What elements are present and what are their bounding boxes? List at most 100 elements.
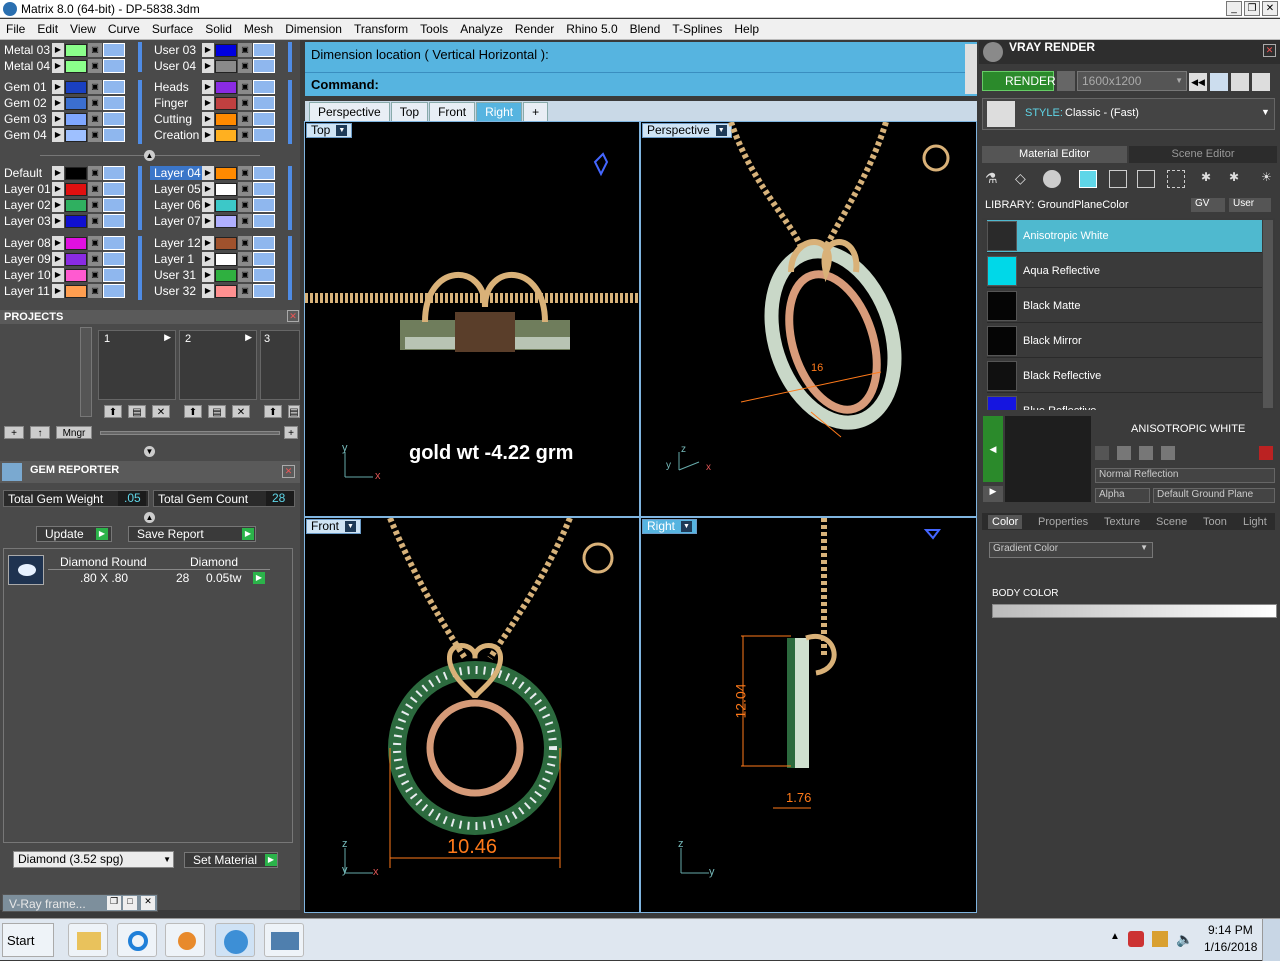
tab-properties[interactable]: Properties [1038, 516, 1088, 528]
vray-frame-window[interactable]: V-Ray frame... ❐ □ ✕ [2, 894, 158, 912]
menu-tsplines[interactable]: T-Splines [666, 22, 728, 36]
layer-expand-icon[interactable]: ▶ [202, 214, 214, 228]
visibility-toggle[interactable] [103, 284, 125, 298]
visibility-toggle[interactable] [103, 112, 125, 126]
menu-blend[interactable]: Blend [624, 22, 667, 36]
menu-tools[interactable]: Tools [414, 22, 454, 36]
lock-icon[interactable]: ▣ [238, 284, 252, 298]
lock-icon[interactable]: ▣ [238, 112, 252, 126]
internet-explorer-icon[interactable] [117, 923, 157, 957]
visibility-toggle[interactable] [103, 96, 125, 110]
project-save-button[interactable]: ▤ [288, 405, 300, 418]
layer-color-swatch[interactable] [65, 59, 87, 73]
file-explorer-icon[interactable] [68, 923, 108, 957]
project-load-button[interactable]: ⬆ [104, 405, 122, 418]
menu-view[interactable]: View [64, 22, 102, 36]
layer-color-swatch[interactable] [65, 198, 87, 212]
layer-expand-icon[interactable]: ▶ [202, 96, 214, 110]
resolution-select[interactable]: 1600x1200 ▼ [1077, 71, 1187, 91]
layer-color-swatch[interactable] [65, 236, 87, 250]
add-project-button[interactable]: + [4, 426, 24, 439]
material-list-item[interactable]: Aqua Reflective [987, 255, 1262, 288]
tab-scene-editor[interactable]: Scene Editor [1129, 146, 1277, 163]
restore-icon[interactable]: ❐ [107, 896, 121, 910]
light-icon[interactable]: ☀ [1261, 170, 1275, 188]
menu-render[interactable]: Render [509, 22, 560, 36]
project-plus-button[interactable]: + [284, 426, 298, 439]
layer-color-swatch[interactable] [215, 236, 237, 250]
visibility-toggle[interactable] [103, 59, 125, 73]
ground-plane-select[interactable]: Default Ground Plane [1153, 488, 1275, 503]
layer-expand-icon[interactable]: ▶ [52, 182, 64, 196]
project-save-button[interactable]: ▤ [208, 405, 226, 418]
set-material-go-icon[interactable]: ▶ [265, 854, 277, 866]
vray-close-icon[interactable]: ✕ [1263, 44, 1276, 57]
layer-expand-icon[interactable]: ▶ [202, 59, 214, 73]
tab-material-editor[interactable]: Material Editor [982, 146, 1127, 163]
layer-color-swatch[interactable] [215, 96, 237, 110]
layer-expand-icon[interactable]: ▶ [52, 43, 64, 57]
layer-row[interactable]: Layer 05 ▶ ▣ [150, 181, 276, 197]
viewport-front[interactable]: Front ▼ 10.46 z y x [304, 517, 640, 913]
layer-row[interactable]: Gem 03 ▶ ▣ [0, 111, 126, 127]
projects-scrollbar[interactable] [80, 327, 92, 417]
layer-color-swatch[interactable] [65, 182, 87, 196]
render-button[interactable]: RENDER [982, 71, 1056, 91]
project-delete-button[interactable]: ✕ [232, 405, 250, 418]
menu-curve[interactable]: Curve [102, 22, 146, 36]
play-icon[interactable]: ▶ [164, 332, 171, 343]
play-icon[interactable]: ▶ [245, 332, 252, 343]
lock-icon[interactable]: ▣ [238, 59, 252, 73]
layer-color-swatch[interactable] [65, 214, 87, 228]
visibility-toggle[interactable] [103, 128, 125, 142]
project-slot-2[interactable]: 2 ▶ [179, 330, 257, 400]
layer-expand-icon[interactable]: ▶ [202, 198, 214, 212]
layer-color-swatch[interactable] [215, 43, 237, 57]
material-save-icon[interactable] [1095, 446, 1109, 460]
visibility-toggle[interactable] [253, 182, 275, 196]
layer-expand-icon[interactable]: ▶ [202, 182, 214, 196]
plane-icon[interactable] [1079, 170, 1097, 188]
lock-icon[interactable]: ▣ [238, 182, 252, 196]
menu-dimension[interactable]: Dimension [279, 22, 348, 36]
layer-color-swatch[interactable] [215, 182, 237, 196]
gradient-select[interactable]: Gradient Color ▼ [989, 542, 1153, 558]
layer-expand-icon[interactable]: ▶ [52, 268, 64, 282]
start-button[interactable]: Start [2, 923, 54, 957]
tab-light[interactable]: Light [1243, 516, 1267, 528]
lock-icon[interactable]: ▣ [88, 112, 102, 126]
lock-icon[interactable]: ▣ [88, 166, 102, 180]
layer-color-swatch[interactable] [65, 268, 87, 282]
visibility-toggle[interactable] [253, 43, 275, 57]
project-load-button[interactable]: ⬆ [264, 405, 282, 418]
layer-row[interactable]: Layer 06 ▶ ▣ [150, 197, 276, 213]
layer-color-swatch[interactable] [65, 252, 87, 266]
list-icon[interactable] [1231, 73, 1249, 91]
layer-row[interactable]: Default ▶ ▣ [0, 165, 126, 181]
material-list-item[interactable]: Black Reflective [987, 360, 1262, 393]
gem-icon[interactable]: ◇ [1015, 170, 1033, 188]
project-slider[interactable] [100, 431, 280, 435]
lock-icon[interactable]: ▣ [88, 59, 102, 73]
layer-color-swatch[interactable] [215, 166, 237, 180]
tab-toon[interactable]: Toon [1203, 516, 1227, 528]
settings-icon[interactable] [1252, 73, 1270, 91]
project-slot-1[interactable]: 1 ▶ [98, 330, 176, 400]
layer-row[interactable]: Gem 04 ▶ ▣ [0, 127, 126, 143]
layer-expand-icon[interactable]: ▶ [52, 284, 64, 298]
tab-perspective[interactable]: Perspective [309, 102, 390, 121]
layer-row[interactable]: Layer 12 ▶ ▣ [150, 235, 276, 251]
project-delete-button[interactable]: ✕ [152, 405, 170, 418]
layer-row[interactable]: Gem 01 ▶ ▣ [0, 79, 126, 95]
layer-row[interactable]: Layer 11 ▶ ▣ [0, 283, 126, 299]
layer-expand-icon[interactable]: ▶ [52, 214, 64, 228]
layer-row[interactable]: Layer 1 ▶ ▣ [150, 251, 276, 267]
frame-buffer-icon[interactable] [1210, 73, 1228, 91]
layer-row[interactable]: Layer 10 ▶ ▣ [0, 267, 126, 283]
layer-row[interactable]: Cutting ▶ ▣ [150, 111, 276, 127]
layer-color-swatch[interactable] [215, 112, 237, 126]
visibility-toggle[interactable] [103, 236, 125, 250]
user-toggle[interactable]: User [1229, 198, 1271, 212]
viewport-top[interactable]: Top ▼ gold wt -4.22 grm y x [304, 121, 640, 517]
style-select[interactable]: STYLE: Classic - (Fast) ▼ [982, 98, 1275, 130]
